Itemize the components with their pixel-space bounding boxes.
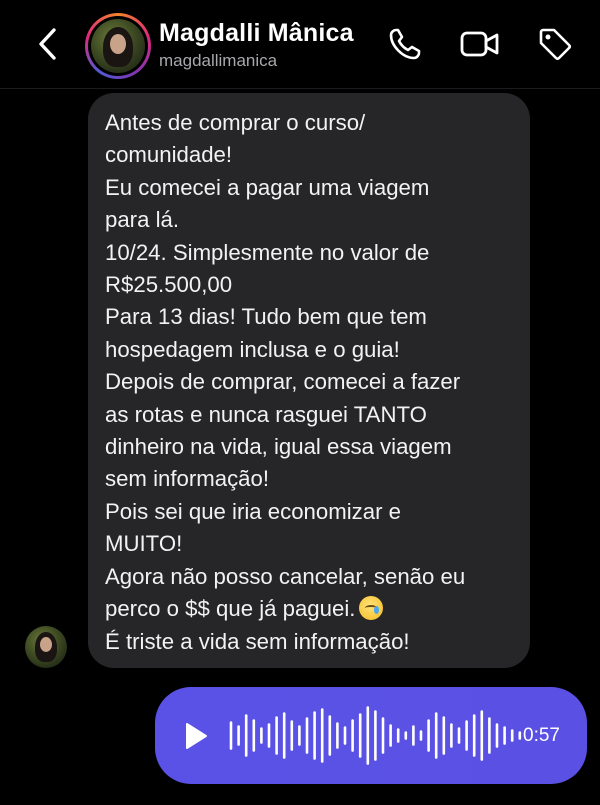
video-camera-icon	[460, 31, 499, 57]
message-line: dinheiro na vida, igual essa viagem	[105, 434, 452, 460]
contact-name: Magdalli Mânica	[159, 19, 354, 47]
audio-call-button[interactable]	[385, 24, 425, 64]
crying-face-emoji-icon	[359, 596, 384, 621]
message-line: É triste a vida sem informação!	[105, 628, 410, 654]
message-line: MUITO!	[105, 531, 183, 557]
phone-icon	[389, 28, 421, 60]
tag-icon	[539, 28, 572, 61]
video-call-button[interactable]	[460, 24, 500, 64]
received-message-bubble[interactable]: Antes de comprar o curso/ comunidade! Eu…	[88, 93, 530, 668]
message-line: comunidade!	[105, 142, 233, 168]
message-line: Agora não posso cancelar, senão eu	[105, 563, 466, 589]
voice-duration: 0:57	[523, 725, 560, 746]
message-line: sem informação!	[105, 466, 270, 492]
message-line-with-emoji: perco o $$ que já paguei.	[105, 593, 518, 625]
message-line: hospedagem inclusa e o guia!	[105, 336, 400, 362]
contact-avatar[interactable]	[85, 13, 151, 79]
message-line: Pois sei que iria economizar e	[105, 498, 401, 524]
contact-info[interactable]: Magdalli Mânica magdallimanica	[159, 18, 354, 72]
label-button[interactable]	[535, 24, 575, 64]
back-button[interactable]	[30, 22, 66, 66]
message-line: as rotas e nunca rasguei TANTO	[105, 401, 427, 427]
dm-screen: Magdalli Mânica magdallimanica Antes de …	[0, 0, 600, 805]
contact-username: magdallimanica	[159, 51, 278, 70]
play-icon[interactable]	[183, 721, 209, 751]
chat-header: Magdalli Mânica magdallimanica	[0, 0, 600, 89]
message-line: Depois de comprar, comecei a fazer	[105, 369, 461, 395]
message-line: R$25.500,00	[105, 272, 233, 298]
message-line: Eu comecei a pagar uma viagem	[105, 174, 430, 200]
message-line: Para 13 dias! Tudo bem que tem	[105, 304, 427, 330]
message-line: 10/24. Simplesmente no valor de	[105, 239, 430, 265]
message-line: Antes de comprar o curso/	[105, 110, 366, 135]
avatar-photo	[91, 19, 145, 73]
message-line: para lá.	[105, 207, 180, 233]
back-chevron-icon	[39, 28, 56, 60]
sender-avatar[interactable]	[25, 626, 67, 668]
message-line-text: perco o $$ que já paguei.	[105, 596, 356, 622]
voice-message-bubble[interactable]: 0:57	[155, 687, 587, 784]
